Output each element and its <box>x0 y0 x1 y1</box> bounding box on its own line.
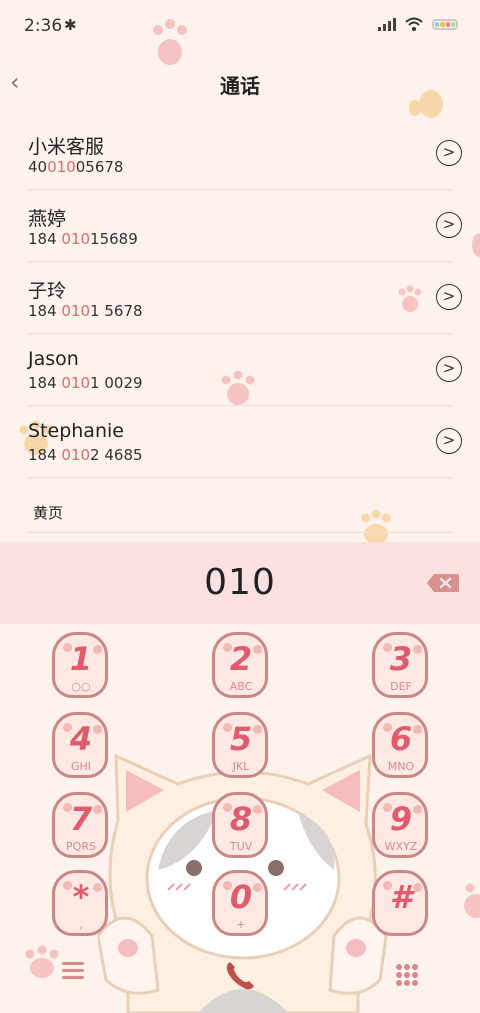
menu-icon[interactable] <box>62 962 84 982</box>
key-digit: 3 <box>389 640 413 678</box>
key-8[interactable]: 8 TUV <box>206 792 276 864</box>
key-digit: 5 <box>229 720 253 758</box>
signal-icon <box>378 17 396 31</box>
contact-name: 子玲 <box>28 280 67 302</box>
keypad-grid-icon[interactable] <box>396 964 418 986</box>
key-1[interactable]: 1 ○○ <box>46 632 116 704</box>
key-digit: # <box>389 878 413 916</box>
contact-number: 184 01015689 <box>28 230 138 248</box>
key-0[interactable]: 0 + <box>206 870 276 942</box>
contact-number: 4001005678 <box>28 158 124 176</box>
key-letters: WXYZ <box>384 840 418 853</box>
key-letters: GHI <box>70 760 92 773</box>
wifi-icon <box>405 17 423 31</box>
list-item[interactable]: 小米客服 4001005678 > <box>28 118 462 190</box>
contact-name: Stephanie <box>28 420 124 442</box>
key-4[interactable]: 4 GHI <box>46 712 116 784</box>
key-hash[interactable]: # <box>366 870 436 942</box>
key-digit: 0 <box>229 878 253 916</box>
contact-name: 小米客服 <box>28 136 105 158</box>
details-arrow-icon[interactable]: > <box>436 284 462 310</box>
status-bar: 2:36 ✱ <box>0 0 480 52</box>
paw-decoration-icon <box>25 945 59 978</box>
key-digit: * <box>72 878 90 916</box>
paw-decoration-icon <box>464 883 480 918</box>
details-arrow-icon[interactable]: > <box>436 428 462 454</box>
key-letters: ABC <box>229 680 253 693</box>
contact-list: 小米客服 4001005678 > 燕婷 184 01015689 > 子玲 1… <box>28 118 462 478</box>
contact-name: 燕婷 <box>28 208 67 230</box>
key-digit: 6 <box>389 720 413 758</box>
key-letters: DEF <box>390 680 412 693</box>
voicemail-icon: ○○ <box>71 680 91 693</box>
list-item[interactable]: 子玲 184 0101 5678 > <box>28 262 462 334</box>
battery-icon <box>432 18 458 30</box>
contact-number: 184 0101 5678 <box>28 302 143 320</box>
key-letters: , <box>79 918 83 931</box>
key-2[interactable]: 2 ABC <box>206 632 276 704</box>
key-letters: TUV <box>229 840 253 853</box>
dial-input-bar: 010 <box>0 542 480 624</box>
backspace-icon[interactable] <box>426 573 460 593</box>
header: ‹ 通话 <box>0 60 480 106</box>
key-7[interactable]: 7 PQRS <box>46 792 116 864</box>
key-letters: PQRS <box>66 840 96 853</box>
details-arrow-icon[interactable]: > <box>436 212 462 238</box>
key-letters: JKL <box>232 760 250 773</box>
list-item[interactable]: 燕婷 184 01015689 > <box>28 190 462 262</box>
key-star[interactable]: * , <box>46 870 116 942</box>
details-arrow-icon[interactable]: > <box>436 140 462 166</box>
key-digit: 8 <box>229 800 253 838</box>
key-digit: 4 <box>69 720 93 758</box>
list-item[interactable]: Stephanie 184 0102 4685 > <box>28 406 462 478</box>
key-letters: MNO <box>387 760 415 773</box>
contact-number: 184 0102 4685 <box>28 446 143 464</box>
key-5[interactable]: 5 JKL <box>206 712 276 784</box>
phone-icon[interactable] <box>218 956 262 996</box>
key-digit: 7 <box>69 800 93 838</box>
page-title: 通话 <box>220 74 260 98</box>
key-6[interactable]: 6 MNO <box>366 712 436 784</box>
key-digit: 9 <box>389 800 413 838</box>
key-letters: + <box>236 918 246 931</box>
key-digit: 1 <box>69 640 93 678</box>
key-9[interactable]: 9 WXYZ <box>366 792 436 864</box>
details-arrow-icon[interactable]: > <box>436 356 462 382</box>
status-time: 2:36 <box>24 16 63 36</box>
yellow-pages-item[interactable]: 黄页 <box>28 490 452 533</box>
list-item[interactable]: Jason 184 0101 0029 > <box>28 334 462 406</box>
dialed-number: 010 <box>204 562 276 603</box>
yellow-pages-label: 黄页 <box>33 504 64 522</box>
paw-decoration-icon <box>472 233 480 257</box>
contact-name: Jason <box>28 348 79 370</box>
bluetooth-icon: ✱ <box>64 16 77 34</box>
key-3[interactable]: 3 DEF <box>366 632 436 704</box>
key-digit: 2 <box>229 640 253 678</box>
contact-number: 184 0101 0029 <box>28 374 143 392</box>
